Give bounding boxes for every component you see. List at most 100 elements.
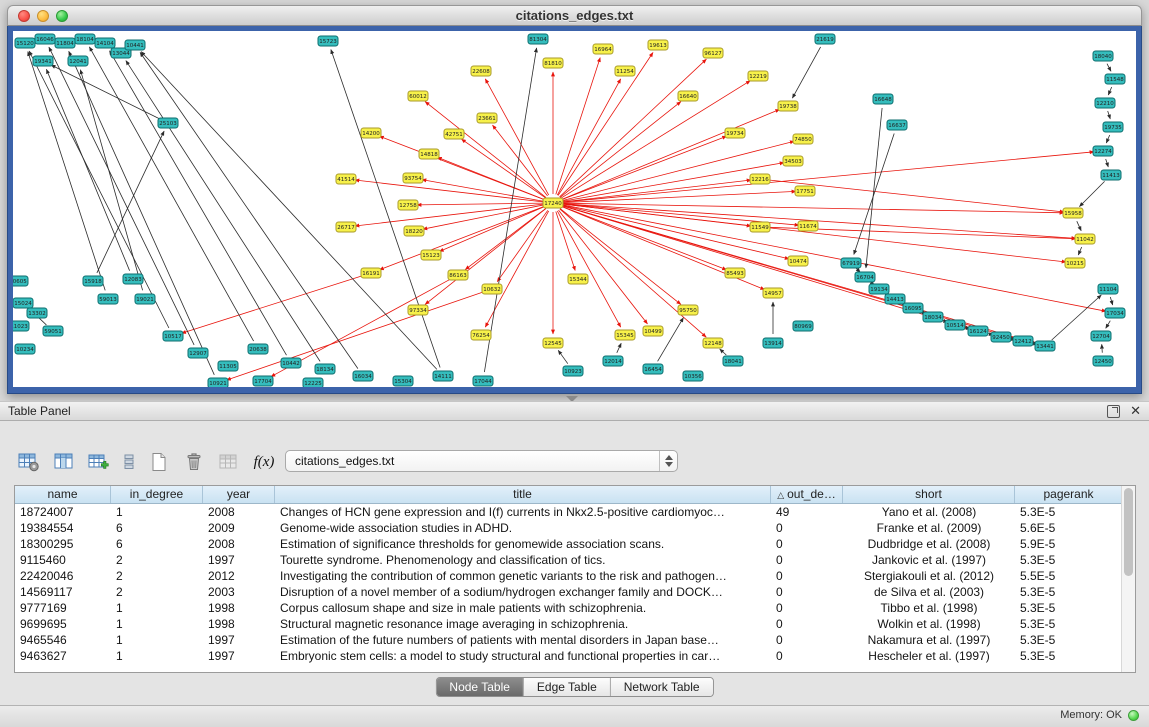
delete-button[interactable] [181, 449, 207, 475]
graph-node[interactable]: 10517 [163, 331, 183, 341]
graph-edge[interactable] [28, 52, 105, 291]
graph-edge[interactable] [1107, 64, 1111, 72]
graph-node[interactable]: 22608 [471, 66, 491, 76]
cell-short[interactable]: Wolkin et al. (1998) [843, 616, 1015, 632]
graph-node[interactable]: 11548 [1105, 74, 1125, 84]
column-header-title[interactable]: title [275, 486, 771, 503]
cell-name[interactable]: 14569117 [15, 584, 111, 600]
graph-node[interactable]: 15024 [13, 298, 33, 308]
graph-node[interactable]: 16964 [593, 44, 613, 54]
cell-title[interactable]: Investigating the contribution of common… [275, 568, 771, 584]
graph-edge[interactable] [422, 180, 544, 202]
graph-node[interactable]: 16704 [855, 272, 875, 282]
cell-out_degree[interactable]: 0 [771, 648, 843, 664]
cell-out_degree[interactable]: 0 [771, 632, 843, 648]
graph-node[interactable]: 85493 [725, 268, 745, 278]
cell-year[interactable]: 1997 [203, 552, 275, 568]
cell-in_degree[interactable]: 2 [111, 552, 203, 568]
graph-node[interactable]: 10474 [788, 256, 808, 266]
graph-node[interactable]: 19735 [1103, 122, 1123, 132]
graph-node[interactable]: 12704 [1091, 331, 1111, 341]
graph-node[interactable]: 15723 [318, 36, 338, 46]
table-mode-button[interactable] [16, 449, 42, 475]
graph-edge[interactable] [437, 157, 544, 199]
table-scrollbar[interactable] [1121, 486, 1135, 672]
cell-title[interactable]: Embryonic stem cells: a model to study s… [275, 648, 771, 664]
cell-name[interactable]: 9777169 [15, 600, 111, 616]
table-row[interactable]: 969969511998Structural magnetic resonanc… [15, 616, 1135, 632]
graph-node[interactable]: 23661 [477, 113, 497, 123]
graph-edge[interactable] [439, 207, 544, 252]
cell-in_degree[interactable]: 1 [111, 616, 203, 632]
window-titlebar[interactable]: citations_edges.txt [7, 5, 1142, 26]
graph-node[interactable]: 15958 [1063, 208, 1083, 218]
graph-edge[interactable] [379, 206, 544, 270]
graph-node[interactable]: 18041 [723, 356, 743, 366]
graph-edge[interactable] [792, 47, 820, 98]
graph-edge[interactable] [556, 58, 600, 195]
graph-node[interactable]: 13914 [763, 338, 783, 348]
cell-name[interactable]: 18300295 [15, 536, 111, 552]
cell-short[interactable]: Stergiakouli et al. (2012) [843, 568, 1015, 584]
graph-edge[interactable] [1108, 87, 1111, 95]
column-header-year[interactable]: year [203, 486, 275, 503]
graph-edge[interactable] [51, 65, 160, 119]
cell-pagerank[interactable]: 5.3E-5 [1015, 504, 1123, 520]
graph-edge[interactable] [617, 343, 621, 353]
graph-node[interactable]: 14818 [419, 149, 439, 159]
cell-title[interactable]: Changes of HCN gene expression and I(f) … [275, 504, 771, 520]
cell-in_degree[interactable]: 1 [111, 504, 203, 520]
table-row[interactable]: 946554611997Estimation of the future num… [15, 632, 1135, 648]
table-row[interactable]: 1830029562008Estimation of significance … [15, 536, 1135, 552]
graph-edge[interactable] [560, 102, 681, 198]
graph-node[interactable]: 10215 [1065, 258, 1085, 268]
graph-node[interactable]: 12148 [703, 338, 723, 348]
graph-node[interactable]: 11104 [1098, 284, 1118, 294]
cell-short[interactable]: Tibbo et al. (1998) [843, 600, 1015, 616]
graph-edge[interactable] [355, 180, 544, 202]
cell-name[interactable]: 18724007 [15, 504, 111, 520]
float-panel-icon[interactable] [1107, 405, 1120, 418]
cell-short[interactable]: Hescheler et al. (1997) [843, 648, 1015, 664]
column-header-out_degree[interactable]: △out_de… [771, 486, 843, 503]
cell-out_degree[interactable]: 0 [771, 520, 843, 536]
cell-out_degree[interactable]: 0 [771, 600, 843, 616]
graph-edge[interactable] [562, 203, 1064, 213]
cell-in_degree[interactable]: 1 [111, 648, 203, 664]
network-canvas[interactable]: 1724081810112541664019734122161154985493… [13, 31, 1136, 387]
graph-node[interactable]: 86163 [448, 270, 468, 280]
table-selector[interactable]: citations_edges.txt [285, 450, 678, 472]
cell-title[interactable]: Structural magnetic resonance image aver… [275, 616, 771, 632]
graph-edge[interactable] [561, 109, 779, 199]
graph-edge[interactable] [46, 69, 129, 270]
graph-edge[interactable] [720, 349, 727, 355]
graph-node[interactable]: 12274 [1093, 146, 1113, 156]
zoom-button[interactable] [56, 10, 68, 22]
graph-node[interactable]: 11674 [798, 221, 818, 231]
graph-node[interactable]: 12083 [123, 274, 143, 284]
graph-node[interactable]: 10234 [15, 344, 35, 354]
cell-year[interactable]: 1998 [203, 616, 275, 632]
column-header-in_degree[interactable]: in_degree [111, 486, 203, 503]
graph-edge[interactable] [227, 292, 484, 380]
table-row[interactable]: 2242004622012Investigating the contribut… [15, 568, 1135, 584]
graph-node[interactable]: 14104 [95, 38, 115, 48]
graph-edge[interactable] [1106, 135, 1109, 143]
cell-out_degree[interactable]: 0 [771, 616, 843, 632]
cell-short[interactable]: Nakamura et al. (1997) [843, 632, 1015, 648]
cell-name[interactable]: 22420046 [15, 568, 111, 584]
close-button[interactable] [18, 10, 30, 22]
graph-node[interactable]: 19613 [648, 40, 668, 50]
graph-node[interactable]: 16648 [873, 94, 893, 104]
graph-node[interactable]: 12014 [603, 356, 623, 366]
graph-node[interactable]: 10632 [482, 284, 502, 294]
cell-out_degree[interactable]: 0 [771, 584, 843, 600]
graph-edge[interactable] [561, 136, 726, 200]
cell-title[interactable]: Estimation of significance thresholds fo… [275, 536, 771, 552]
cell-pagerank[interactable]: 5.9E-5 [1015, 536, 1123, 552]
graph-edge[interactable] [423, 205, 544, 229]
graph-node[interactable]: 34503 [783, 156, 803, 166]
cell-name[interactable]: 9115460 [15, 552, 111, 568]
graph-edge[interactable] [562, 191, 796, 202]
graph-node[interactable]: 16637 [887, 120, 907, 130]
